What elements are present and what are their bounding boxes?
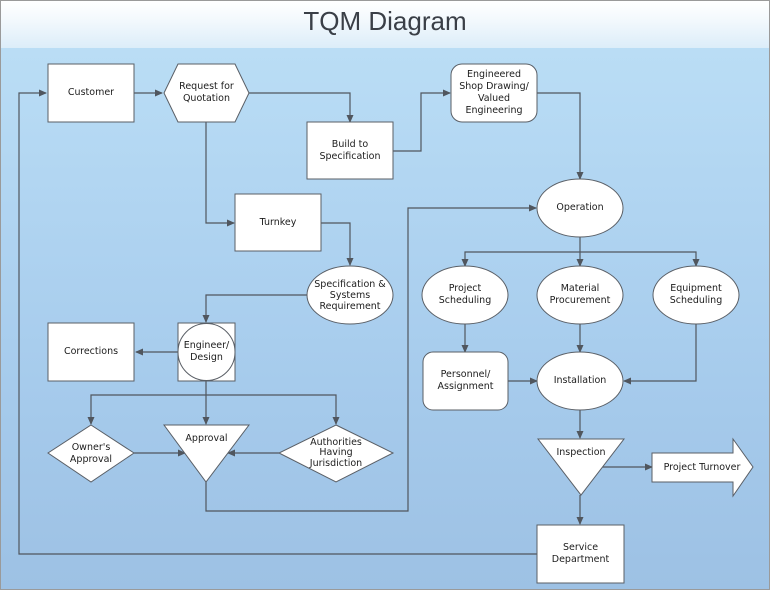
diagram-canvas: TQM Diagram Customer Request for Quotati…	[0, 0, 770, 590]
customer-label: Customer	[67, 87, 115, 98]
turnkey-label: Turnkey	[259, 216, 297, 228]
specification-systems-label: Specification & Systems Requirement	[314, 278, 386, 312]
project-turnover-label: Project Turnover	[663, 461, 741, 473]
authorities-label: Authorities Having Jurisdiction	[309, 436, 363, 469]
equipment-scheduling-label: Equipment Scheduling	[669, 283, 723, 306]
corrections-label: Corrections	[63, 346, 119, 357]
edge-turnkey-spec	[321, 222, 354, 266]
operation-label: Operation	[556, 202, 604, 213]
edge-operation-project	[461, 251, 580, 267]
inspection-label: Inspection	[556, 447, 606, 458]
owners-approval-label: Owner's Approval	[69, 441, 113, 465]
edge-build-engineered	[393, 89, 451, 152]
edge-equipment-installation	[623, 324, 697, 385]
edge-engineer-authorities	[206, 394, 340, 425]
edge-engineer-owners	[87, 394, 206, 425]
engineer-design-label: Engineer/ Design	[183, 340, 230, 363]
build-to-specification-label: Build to Specification	[319, 138, 381, 162]
service-department-label: Service Department	[551, 542, 610, 565]
edge-rfq-turnkey	[205, 122, 235, 227]
approval-label: Approval	[185, 433, 228, 444]
edge-rfq-build	[249, 92, 354, 123]
installation-label: Installation	[553, 375, 607, 386]
project-scheduling-label: Project Scheduling	[438, 283, 492, 306]
personnel-assignment-label: Personnel/ Assignment	[437, 369, 494, 392]
request-for-quotation-label: Request for Quotation	[179, 81, 234, 104]
material-procurement-label: Material Procurement	[549, 283, 611, 306]
edge-operation-equipment	[580, 251, 700, 267]
edge-engineered-operation	[537, 92, 584, 180]
edge-spec-engineer	[202, 294, 308, 323]
engineered-shop-drawing-label: Engineered Shop Drawing/ Valued Engineer…	[459, 69, 529, 116]
